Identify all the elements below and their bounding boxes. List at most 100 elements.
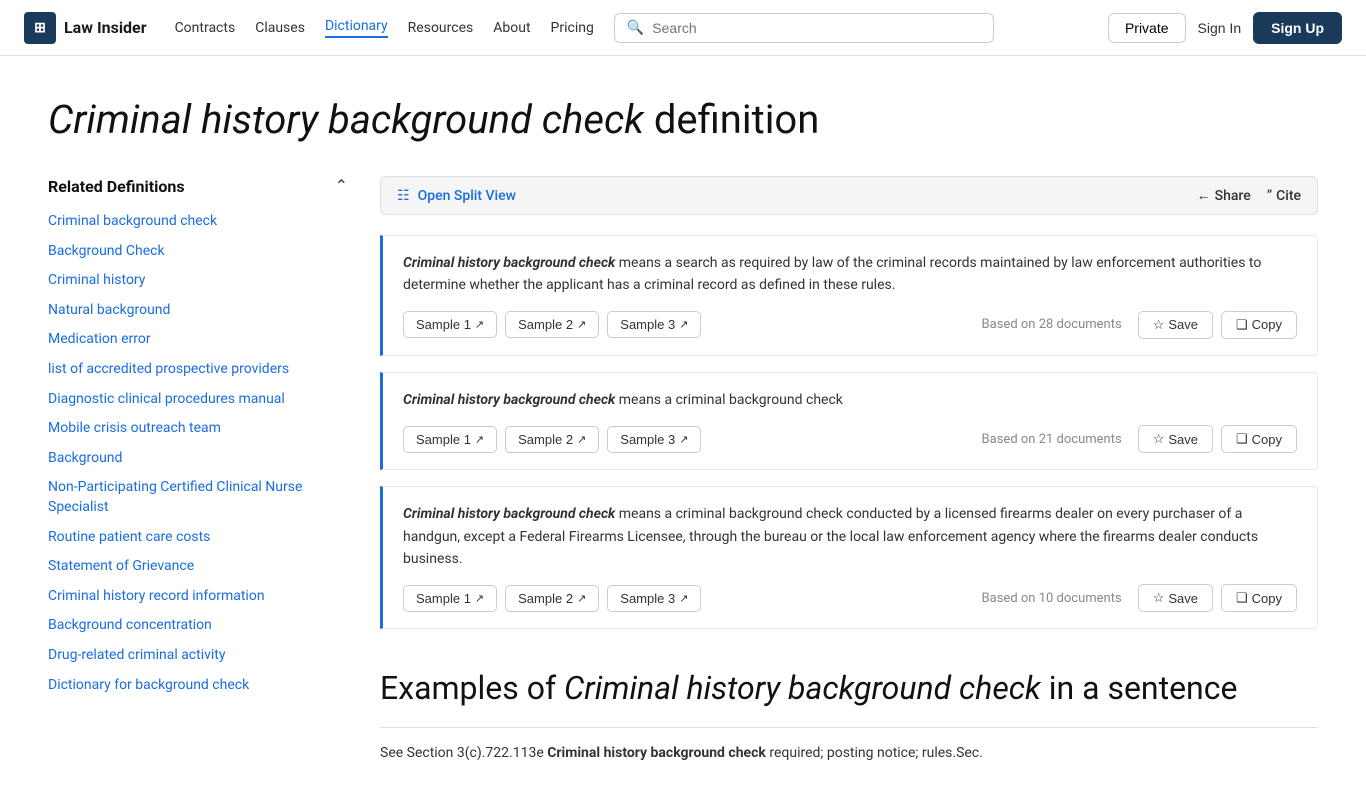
list-item: Background xyxy=(48,449,348,469)
list-item: Diagnostic clinical procedures manual xyxy=(48,390,348,410)
doc-count: Based on 28 documents xyxy=(982,317,1122,332)
nav-links: Contracts Clauses Dictionary Resources About… xyxy=(175,18,594,38)
split-view-bar: ☷ Open Split View ← Share ” Cite xyxy=(380,176,1318,215)
logo[interactable]: ⊞ Law Insider xyxy=(24,12,147,44)
sidebar-link[interactable]: Background Check xyxy=(48,243,165,259)
definition-text: Criminal history background check means … xyxy=(403,252,1297,297)
sidebar-link[interactable]: Diagnostic clinical procedures manual xyxy=(48,391,285,407)
nav-link-clauses[interactable]: Clauses xyxy=(255,20,305,36)
definition-text: Criminal history background check means … xyxy=(403,389,1297,411)
examples-prefix: Examples of xyxy=(380,669,564,707)
main-layout: Related Definitions ⌃ Criminal backgroun… xyxy=(48,176,1318,765)
page-title-rest: definition xyxy=(644,96,819,143)
examples-term: Criminal history background check xyxy=(564,669,1041,707)
nav-link-dictionary[interactable]: Dictionary xyxy=(325,18,388,38)
share-icon: ← xyxy=(1197,187,1211,204)
share-label: Share xyxy=(1215,188,1251,204)
logo-icon: ⊞ xyxy=(24,12,56,44)
sidebar-link[interactable]: Background concentration xyxy=(48,617,212,633)
example-text: See Section 3(c).722.113e Criminal histo… xyxy=(380,727,1318,764)
definition-card: Criminal history background check means … xyxy=(380,235,1318,356)
definition-card: Criminal history background check means … xyxy=(380,486,1318,629)
sample-button-2[interactable]: Sample 2 ↗ xyxy=(505,311,599,338)
save-button[interactable]: ☆ Save xyxy=(1138,425,1213,453)
save-button[interactable]: ☆ Save xyxy=(1138,584,1213,612)
examples-title: Examples of Criminal history background … xyxy=(380,669,1318,707)
save-button[interactable]: ☆ Save xyxy=(1138,311,1213,339)
sidebar-link[interactable]: Routine patient care costs xyxy=(48,529,210,545)
sidebar-link[interactable]: Mobile crisis outreach team xyxy=(48,420,221,436)
list-item: Criminal history xyxy=(48,271,348,291)
sample-button-3[interactable]: Sample 3 ↗ xyxy=(607,311,701,338)
sidebar-toggle-button[interactable]: ⌃ xyxy=(335,176,348,196)
open-split-view-button[interactable]: ☷ Open Split View xyxy=(397,188,516,204)
nav-link-resources[interactable]: Resources xyxy=(408,20,474,36)
sample-button-3[interactable]: Sample 3 ↗ xyxy=(607,426,701,453)
sample-button-2[interactable]: Sample 2 ↗ xyxy=(505,426,599,453)
signin-button[interactable]: Sign In xyxy=(1198,20,1242,36)
split-view-label: Open Split View xyxy=(418,188,516,204)
list-item: Natural background xyxy=(48,301,348,321)
sample-button-1[interactable]: Sample 1 ↗ xyxy=(403,426,497,453)
definition-card: Criminal history background check means … xyxy=(380,372,1318,470)
list-item: Mobile crisis outreach team xyxy=(48,419,348,439)
split-view-actions: ← Share ” Cite xyxy=(1197,187,1301,204)
sidebar-link[interactable]: Criminal history xyxy=(48,272,145,288)
sidebar-header: Related Definitions ⌃ xyxy=(48,176,348,196)
list-item: Background Check xyxy=(48,242,348,262)
sample-button-1[interactable]: Sample 1 ↗ xyxy=(403,311,497,338)
list-item: Dictionary for background check xyxy=(48,676,348,696)
sidebar-title: Related Definitions xyxy=(48,177,185,196)
sidebar-link[interactable]: Non-Participating Certified Clinical Nur… xyxy=(48,479,302,515)
copy-button[interactable]: ❏ Copy xyxy=(1221,311,1297,339)
sidebar-link[interactable]: list of accredited prospective providers xyxy=(48,361,289,377)
navbar: ⊞ Law Insider Contracts Clauses Dictionary… xyxy=(0,0,1366,56)
examples-list: See Section 3(c).722.113e Criminal histo… xyxy=(380,727,1318,764)
private-button[interactable]: Private xyxy=(1108,13,1186,43)
copy-button[interactable]: ❏ Copy xyxy=(1221,425,1297,453)
copy-button[interactable]: ❏ Copy xyxy=(1221,584,1297,612)
list-item: Drug-related criminal activity xyxy=(48,646,348,666)
sample-button-3[interactable]: Sample 3 ↗ xyxy=(607,585,701,612)
page-title: Criminal history background check defini… xyxy=(48,96,1318,144)
list-item: Medication error xyxy=(48,330,348,350)
cite-button[interactable]: ” Cite xyxy=(1267,188,1301,204)
nav-actions: Private Sign In Sign Up xyxy=(1108,12,1342,44)
sidebar-link[interactable]: Criminal background check xyxy=(48,213,217,229)
list-item: Statement of Grievance xyxy=(48,557,348,577)
list-item: Criminal history record information xyxy=(48,587,348,607)
list-item: Criminal background check xyxy=(48,212,348,232)
sample-button-1[interactable]: Sample 1 ↗ xyxy=(403,585,497,612)
sidebar-list: Criminal background check Background Chec… xyxy=(48,212,348,695)
cite-icon: ” xyxy=(1267,188,1272,204)
sidebar-link[interactable]: Background xyxy=(48,450,122,466)
search-icon: 🔍 xyxy=(627,20,644,36)
examples-section: Examples of Criminal history background … xyxy=(380,669,1318,764)
sidebar-link[interactable]: Natural background xyxy=(48,302,170,318)
definition-text: Criminal history background check means … xyxy=(403,503,1297,570)
doc-count: Based on 21 documents xyxy=(982,432,1122,447)
list-item: Routine patient care costs xyxy=(48,528,348,548)
sidebar-link[interactable]: Drug-related criminal activity xyxy=(48,647,226,663)
sidebar-link[interactable]: Statement of Grievance xyxy=(48,558,194,574)
examples-suffix: in a sentence xyxy=(1041,669,1238,707)
share-button[interactable]: ← Share xyxy=(1197,187,1251,204)
card-actions: Sample 1 ↗ Sample 2 ↗ Sample 3 ↗ Based on 1… xyxy=(403,584,1297,612)
nav-link-contracts[interactable]: Contracts xyxy=(175,20,236,36)
search-input[interactable] xyxy=(652,20,981,36)
list-item: Non-Participating Certified Clinical Nur… xyxy=(48,478,348,517)
sidebar-link[interactable]: Dictionary for background check xyxy=(48,677,249,693)
logo-text: Law Insider xyxy=(64,18,147,37)
sample-button-2[interactable]: Sample 2 ↗ xyxy=(505,585,599,612)
page-title-italic: Criminal history background check xyxy=(48,96,644,143)
search-bar[interactable]: 🔍 xyxy=(614,13,994,43)
sidebar: Related Definitions ⌃ Criminal backgroun… xyxy=(48,176,348,765)
cite-label: Cite xyxy=(1276,188,1301,204)
sidebar-link[interactable]: Criminal history record information xyxy=(48,588,265,604)
nav-link-about[interactable]: About xyxy=(493,20,530,36)
signup-button[interactable]: Sign Up xyxy=(1253,12,1342,44)
list-item: Background concentration xyxy=(48,616,348,636)
sidebar-link[interactable]: Medication error xyxy=(48,331,151,347)
nav-link-pricing[interactable]: Pricing xyxy=(551,20,594,36)
doc-count: Based on 10 documents xyxy=(982,591,1122,606)
